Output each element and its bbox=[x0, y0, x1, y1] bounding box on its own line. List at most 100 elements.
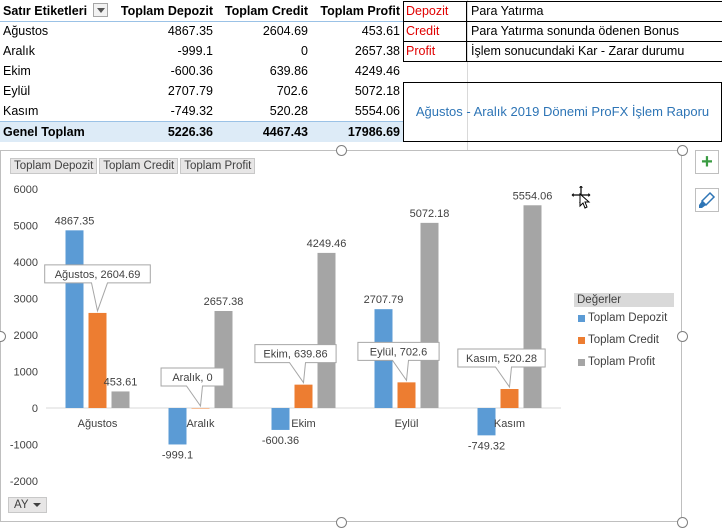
definition-key: Depozit bbox=[406, 4, 449, 18]
data-label: 4867.35 bbox=[55, 215, 95, 227]
table-row[interactable]: Ağustos 4867.35 2604.69 453.61 bbox=[0, 21, 403, 41]
legend-title: Değerler bbox=[574, 293, 674, 307]
y-tick-label: -1000 bbox=[10, 440, 38, 452]
row-filter-dropdown-icon[interactable] bbox=[93, 3, 108, 17]
definition-key: Credit bbox=[406, 24, 440, 38]
legend-label: Toplam Depozit bbox=[588, 312, 668, 324]
bar[interactable] bbox=[500, 389, 519, 408]
bar[interactable] bbox=[65, 230, 84, 408]
legend-item[interactable]: Toplam Profit bbox=[574, 351, 674, 373]
row-labels-header[interactable]: Satır Etiketleri bbox=[3, 1, 87, 21]
definition-key: Profit bbox=[406, 44, 436, 58]
header-depozit[interactable]: Toplam Depozit bbox=[121, 1, 213, 21]
cell-credit: 520.28 bbox=[269, 104, 308, 118]
bar[interactable] bbox=[111, 391, 130, 408]
report-title-cell[interactable]: Ağustos - Aralık 2019 Dönemi ProFX İşlem… bbox=[403, 82, 722, 142]
x-tick-label: Ağustos bbox=[78, 418, 118, 430]
field-button-credit[interactable]: Toplam Credit bbox=[99, 158, 179, 174]
cell-credit: 702.6 bbox=[276, 84, 308, 98]
data-label: 2657.38 bbox=[204, 296, 244, 308]
legend-item[interactable]: Toplam Credit bbox=[574, 329, 674, 351]
chart-styles-button[interactable] bbox=[695, 188, 719, 212]
total-depozit: 5226.36 bbox=[167, 125, 213, 139]
definition-value: Para Yatırma sonunda ödenen Bonus bbox=[466, 21, 722, 41]
cell-depozit: -600.36 bbox=[170, 64, 213, 78]
bar[interactable] bbox=[88, 312, 107, 408]
y-tick-label: 0 bbox=[32, 403, 38, 415]
y-tick-label: 6000 bbox=[14, 184, 38, 196]
data-label: 4249.46 bbox=[307, 238, 347, 250]
table-row[interactable]: Ekim -600.36 639.86 4249.46 bbox=[0, 61, 403, 81]
y-tick-label: -2000 bbox=[10, 476, 38, 488]
bar[interactable] bbox=[191, 408, 210, 409]
total-credit: 4467.43 bbox=[262, 125, 308, 139]
definition-row[interactable]: Profit İşlem sonucundaki Kar - Zarar dur… bbox=[403, 41, 722, 62]
field-button-profit[interactable]: Toplam Profit bbox=[180, 158, 256, 174]
row-label: Kasım bbox=[3, 104, 39, 118]
legend-swatch bbox=[578, 359, 585, 366]
data-label: -600.36 bbox=[262, 435, 299, 447]
table-row[interactable]: Eylül 2707.79 702.6 5072.18 bbox=[0, 81, 403, 101]
bar[interactable] bbox=[214, 311, 233, 408]
definition-row[interactable]: Depozit Para Yatırma bbox=[403, 1, 722, 22]
total-profit: 17986.69 bbox=[347, 125, 400, 139]
y-tick-label: 2000 bbox=[14, 330, 38, 342]
resize-handle-right[interactable] bbox=[677, 331, 688, 342]
bar[interactable] bbox=[523, 205, 542, 408]
field-button-depozit[interactable]: Toplam Depozit bbox=[10, 158, 98, 174]
data-label: 2707.79 bbox=[364, 294, 404, 306]
x-tick-label: Aralık bbox=[186, 418, 215, 430]
cell-credit: 0 bbox=[301, 44, 308, 58]
cell-depozit: -999.1 bbox=[177, 44, 213, 58]
resize-handle-bottom-right[interactable] bbox=[677, 517, 688, 528]
definition-row[interactable]: Credit Para Yatırma sonunda ödenen Bonus bbox=[403, 21, 722, 42]
cell-depozit: 4867.35 bbox=[167, 24, 213, 38]
bar[interactable] bbox=[294, 384, 313, 408]
chart-legend[interactable]: Değerler Toplam Depozit Toplam Credit To… bbox=[574, 293, 674, 373]
callout-label: Ekim, 639.86 bbox=[263, 349, 327, 361]
callout-label: Ağustos, 2604.69 bbox=[55, 269, 141, 281]
chart-elements-button[interactable]: + bbox=[695, 150, 719, 174]
cell-profit: 453.61 bbox=[361, 24, 400, 38]
row-label: Ekim bbox=[3, 64, 31, 78]
resize-handle-top[interactable] bbox=[336, 145, 347, 156]
data-label: -749.32 bbox=[468, 440, 505, 452]
legend-label: Toplam Profit bbox=[588, 356, 656, 368]
table-row[interactable]: Kasım -749.32 520.28 5554.06 bbox=[0, 101, 403, 121]
bar[interactable] bbox=[420, 222, 439, 408]
axis-field-button[interactable]: AY bbox=[8, 497, 47, 513]
header-credit[interactable]: Toplam Credit bbox=[225, 1, 308, 21]
y-tick-label: 5000 bbox=[14, 221, 38, 233]
cell-credit: 639.86 bbox=[269, 64, 308, 78]
row-label: Aralık bbox=[3, 44, 35, 58]
callout-label: Kasım, 520.28 bbox=[466, 353, 537, 365]
data-label: 5072.18 bbox=[410, 208, 450, 220]
move-cursor-icon bbox=[570, 184, 592, 209]
bar[interactable] bbox=[271, 408, 290, 430]
table-row[interactable]: Aralık -999.1 0 2657.38 bbox=[0, 41, 403, 61]
cell-profit: 5554.06 bbox=[354, 104, 400, 118]
data-label: -999.1 bbox=[162, 449, 193, 461]
pivot-header-row: Satır Etiketleri Toplam Depozit Toplam C… bbox=[0, 1, 403, 22]
header-profit[interactable]: Toplam Profit bbox=[320, 1, 400, 21]
x-tick-label: Eylül bbox=[395, 418, 419, 430]
cell-profit: 2657.38 bbox=[354, 44, 400, 58]
value-field-buttons: Toplam Depozit Toplam Credit Toplam Prof… bbox=[10, 158, 256, 174]
grand-total-row[interactable]: Genel Toplam 5226.36 4467.43 17986.69 bbox=[0, 121, 403, 142]
x-tick-label: Kasım bbox=[494, 418, 525, 430]
x-tick-label: Ekim bbox=[291, 418, 315, 430]
chart-plot-area[interactable]: -2000 -1000 0 1000 2000 3000 4000 5000 6000 Ağust… bbox=[1, 171, 571, 501]
cell-profit: 5072.18 bbox=[354, 84, 400, 98]
bar[interactable] bbox=[397, 382, 416, 408]
bar[interactable] bbox=[477, 408, 496, 436]
total-label: Genel Toplam bbox=[3, 125, 85, 139]
cell-profit: 4249.46 bbox=[354, 64, 400, 78]
resize-handle-top-right[interactable] bbox=[677, 145, 688, 156]
data-label: 453.61 bbox=[104, 376, 138, 388]
legend-item[interactable]: Toplam Depozit bbox=[574, 307, 674, 329]
bar[interactable] bbox=[317, 252, 336, 408]
cell-credit: 2604.69 bbox=[262, 24, 308, 38]
legend-swatch bbox=[578, 315, 585, 322]
resize-handle-bottom[interactable] bbox=[336, 517, 347, 528]
bar[interactable] bbox=[168, 408, 187, 445]
